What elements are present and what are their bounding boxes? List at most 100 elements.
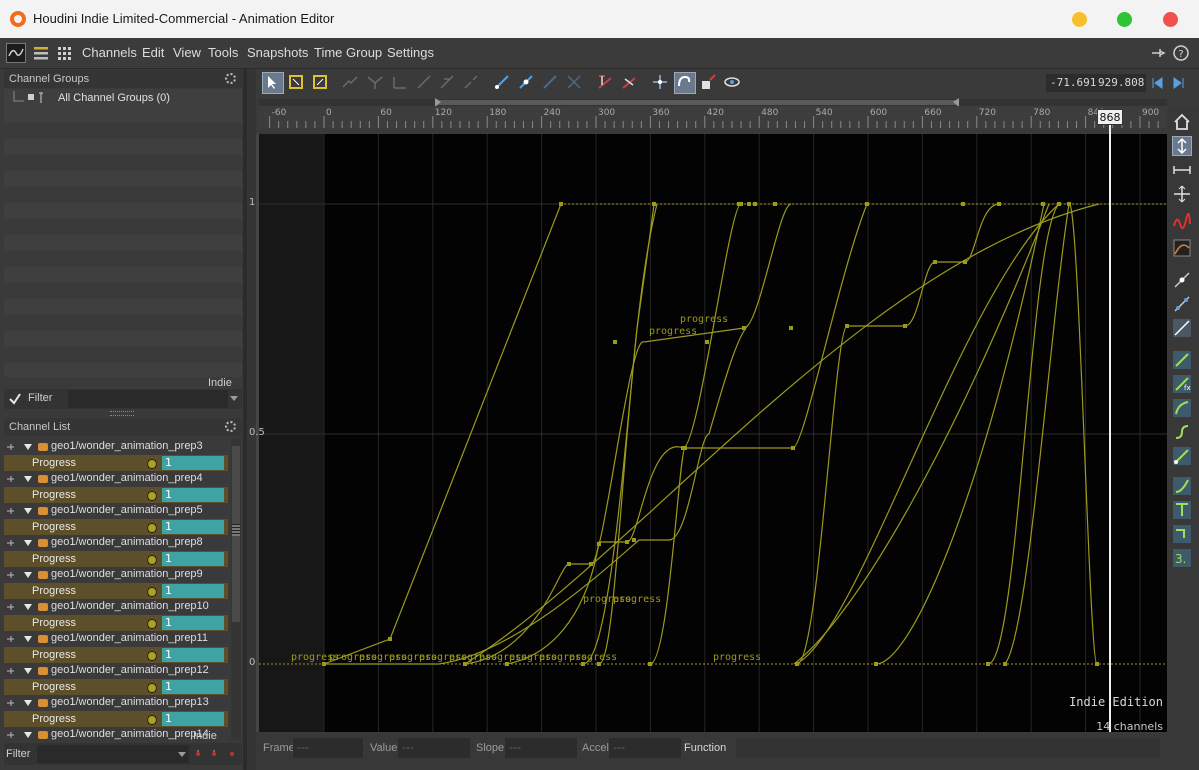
keyframe[interactable] xyxy=(1003,662,1007,666)
channel-value-field[interactable]: 1 xyxy=(162,648,224,662)
keyframe-indicator-icon[interactable] xyxy=(147,523,157,533)
current-frame-line[interactable] xyxy=(1109,125,1111,732)
channel-progress-row[interactable]: Progress 1 xyxy=(4,679,228,695)
frame-range-display[interactable]: -71.691 929.808 xyxy=(1046,74,1146,92)
channel-value-field[interactable]: 1 xyxy=(162,584,224,598)
keyframe[interactable] xyxy=(567,562,571,566)
keyframe[interactable] xyxy=(795,662,799,666)
function-cycle-icon[interactable]: 3. xyxy=(1172,548,1192,568)
keyframe[interactable] xyxy=(963,260,967,264)
checkmark-icon[interactable] xyxy=(9,393,21,405)
keyframe[interactable] xyxy=(747,202,751,206)
frame-field[interactable]: --- xyxy=(293,738,363,758)
keyframe[interactable] xyxy=(773,202,777,206)
channel-progress-row[interactable]: Progress 1 xyxy=(4,615,228,631)
home-icon[interactable] xyxy=(1172,112,1192,132)
keyframe[interactable] xyxy=(1041,202,1045,206)
snap-tool-icon[interactable] xyxy=(620,73,638,91)
key-tool-icon[interactable] xyxy=(517,73,535,91)
function-expression-icon[interactable]: fx xyxy=(1172,374,1192,394)
node-expand-icon[interactable] xyxy=(6,441,50,453)
keyframe[interactable] xyxy=(625,540,629,544)
channel-value-field[interactable]: 1 xyxy=(162,456,224,470)
keyframe[interactable] xyxy=(1057,202,1061,206)
node-expand-icon[interactable] xyxy=(6,697,50,709)
node-expand-icon[interactable] xyxy=(6,601,50,613)
jump-start-icon[interactable] xyxy=(1150,76,1164,90)
pin-icon[interactable] xyxy=(1148,43,1168,63)
close-button[interactable] xyxy=(1163,12,1178,27)
flatten-tool-icon[interactable] xyxy=(596,73,614,91)
keyframe[interactable] xyxy=(742,326,746,330)
menu-edit[interactable]: Edit xyxy=(142,45,164,60)
keyframe[interactable] xyxy=(559,202,563,206)
tangent-handles-icon[interactable] xyxy=(1172,294,1192,314)
keyframe[interactable] xyxy=(613,340,617,344)
keyframe[interactable] xyxy=(737,202,741,206)
keyframe[interactable] xyxy=(789,326,793,330)
graph-view-icon[interactable] xyxy=(6,43,26,63)
channel-node-row[interactable]: geo1/wonder_animation_prep5 xyxy=(4,503,228,519)
chevron-down-icon[interactable] xyxy=(230,395,238,403)
handles-icon[interactable] xyxy=(1172,270,1192,290)
node-expand-icon[interactable] xyxy=(6,729,50,740)
channel-list-filter-input[interactable] xyxy=(37,745,189,763)
channel-node-row[interactable]: geo1/wonder_animation_prep4 xyxy=(4,471,228,487)
function-step-icon[interactable] xyxy=(1172,524,1192,544)
slope-handles-icon[interactable] xyxy=(1172,318,1192,338)
keyframe[interactable] xyxy=(648,662,652,666)
channel-progress-row[interactable]: Progress 1 xyxy=(4,647,228,663)
break-tool-icon[interactable] xyxy=(462,73,480,91)
gear-icon[interactable] xyxy=(225,73,236,84)
keyframe-indicator-icon[interactable] xyxy=(147,459,157,469)
channel-group-row[interactable]: All Channel Groups (0) xyxy=(4,89,242,107)
channel-node-row[interactable]: geo1/wonder_animation_prep10 xyxy=(4,599,228,615)
keyframe[interactable] xyxy=(388,637,392,641)
table-view-icon[interactable] xyxy=(55,43,75,63)
chevron-down-icon[interactable] xyxy=(178,751,186,759)
slope-field[interactable]: --- xyxy=(505,738,577,758)
frame-ruler[interactable]: -60 0 60 120 180 240 300 360 420 480 540 600 660 720 7… xyxy=(259,106,1167,128)
function-spline-icon[interactable] xyxy=(1172,476,1192,496)
channel-value-field[interactable]: 1 xyxy=(162,488,224,502)
fit-horizontal-icon[interactable] xyxy=(1172,160,1192,180)
scale-keys-icon[interactable] xyxy=(699,73,717,91)
minimize-button[interactable] xyxy=(1072,12,1087,27)
curve-tool-icon[interactable] xyxy=(341,73,359,91)
curve-canvas[interactable]: progressprogressprogressprogressprogress… xyxy=(259,134,1167,732)
draw-tool-icon[interactable] xyxy=(493,73,511,91)
cut-tool-icon[interactable] xyxy=(565,73,583,91)
keyframe[interactable] xyxy=(652,202,656,206)
loop-tool-icon[interactable] xyxy=(674,72,696,94)
move-tool-icon[interactable] xyxy=(651,73,669,91)
keyframe[interactable] xyxy=(865,202,869,206)
maximize-button[interactable] xyxy=(1117,12,1132,27)
function-field[interactable] xyxy=(736,738,1160,758)
help-icon[interactable]: ? xyxy=(1171,43,1191,63)
channel-value-field[interactable]: 1 xyxy=(162,520,224,534)
keyframe-indicator-icon[interactable] xyxy=(147,715,157,725)
keyframe-indicator-icon[interactable] xyxy=(147,587,157,597)
channel-progress-row[interactable]: Progress 1 xyxy=(4,455,228,471)
keyframe[interactable] xyxy=(961,202,965,206)
value-field[interactable]: --- xyxy=(398,738,470,758)
menu-settings[interactable]: Settings xyxy=(387,45,434,60)
function-bezier-icon[interactable] xyxy=(1172,446,1192,466)
node-expand-icon[interactable] xyxy=(6,473,50,485)
channel-value-field[interactable]: 1 xyxy=(162,552,224,566)
node-expand-icon[interactable] xyxy=(6,537,50,549)
channel-progress-row[interactable]: Progress 1 xyxy=(4,711,228,727)
menu-tools[interactable]: Tools xyxy=(208,45,238,60)
keyframe[interactable] xyxy=(874,662,878,666)
keyframe[interactable] xyxy=(997,202,1001,206)
channel-curve[interactable] xyxy=(324,323,750,665)
keyframe[interactable] xyxy=(632,538,636,542)
channel-groups-filter-input[interactable] xyxy=(68,390,228,408)
keyframe[interactable] xyxy=(597,542,601,546)
keyframe[interactable] xyxy=(903,324,907,328)
keyframe[interactable] xyxy=(683,446,687,450)
menu-view[interactable]: View xyxy=(173,45,201,60)
function-ease-icon[interactable] xyxy=(1172,398,1192,418)
function-cubic-icon[interactable] xyxy=(1172,422,1192,442)
node-expand-icon[interactable] xyxy=(6,665,50,677)
